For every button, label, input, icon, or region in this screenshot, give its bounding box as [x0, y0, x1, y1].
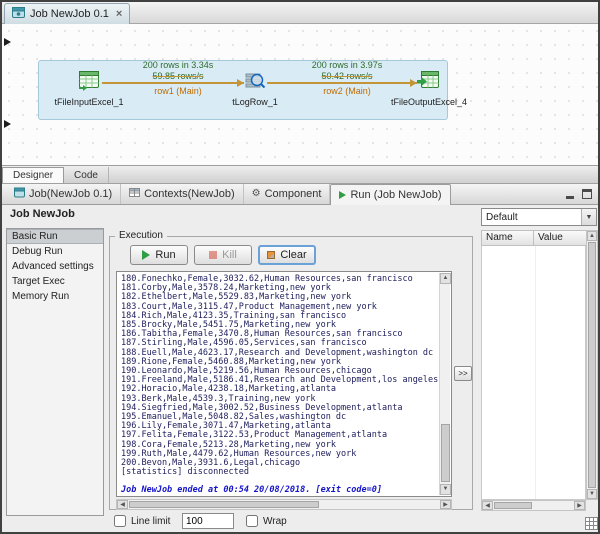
- execution-group-label: Execution: [115, 230, 167, 241]
- line-limit-input[interactable]: [182, 513, 234, 529]
- grid-icon[interactable]: [585, 517, 598, 532]
- context-table-body[interactable]: [481, 246, 586, 500]
- kill-stop-icon: [209, 251, 218, 259]
- run-button[interactable]: Run: [130, 245, 188, 265]
- editor-tabbar: Job NewJob 0.1 ×: [2, 2, 598, 24]
- nav-item-basic-run[interactable]: Basic Run: [7, 229, 103, 244]
- fastview-marker-icon: [4, 120, 11, 128]
- component-tfileoutputexcel[interactable]: tFileOutputExcel_4: [381, 68, 477, 107]
- scrollbar-thumb[interactable]: [494, 502, 532, 509]
- scroll-up-icon[interactable]: ▲: [440, 273, 451, 284]
- execution-group: Execution Run Kill Clear 180.Fonechko,Fe…: [109, 230, 473, 510]
- context-vertical-scrollbar[interactable]: ▲ ▼: [586, 230, 598, 500]
- contexts-table-icon: [129, 187, 141, 201]
- tab-contexts[interactable]: Contexts(NewJob): [121, 184, 244, 204]
- play-icon: [339, 191, 347, 199]
- close-icon[interactable]: ×: [116, 8, 122, 20]
- nav-item-advanced-settings[interactable]: Advanced settings: [7, 259, 103, 274]
- run-play-icon: [142, 250, 151, 260]
- scroll-left-icon[interactable]: ◀: [482, 501, 493, 510]
- console-end-message: Job NewJob ended at 00:54 20/08/2018. [e…: [121, 485, 382, 496]
- nav-item-debug-run[interactable]: Debug Run: [7, 244, 103, 259]
- designer-code-tabstrip: Designer Code: [2, 167, 598, 184]
- design-canvas[interactable]: 200 rows in 3.34s 59.85 rows/s row1 (Mai…: [2, 24, 598, 166]
- context-select[interactable]: Default ▼: [481, 208, 597, 226]
- editor-tab-label: Job NewJob 0.1: [30, 8, 109, 20]
- minimize-icon[interactable]: [565, 189, 576, 200]
- excel-output-icon: [417, 68, 441, 95]
- scroll-up-icon[interactable]: ▲: [587, 231, 597, 241]
- scroll-down-icon[interactable]: ▼: [440, 484, 451, 495]
- context-select-value: Default: [486, 211, 518, 223]
- context-table-header: Name Value: [481, 230, 587, 246]
- talend-window: Job NewJob 0.1 × 200 rows in 3.34s 59.85…: [0, 0, 600, 534]
- chevron-down-icon[interactable]: ▼: [581, 209, 596, 225]
- scroll-down-icon[interactable]: ▼: [587, 489, 597, 499]
- tab-job[interactable]: Job(NewJob 0.1): [6, 184, 122, 204]
- component-tlogrow[interactable]: tLogRow_1: [207, 70, 303, 107]
- column-header-value[interactable]: Value: [534, 230, 587, 246]
- fastview-marker-icon: [4, 38, 11, 46]
- editor-tab-job[interactable]: Job NewJob 0.1 ×: [4, 3, 131, 24]
- maximize-icon[interactable]: [582, 189, 592, 199]
- nav-item-memory-run[interactable]: Memory Run: [7, 289, 103, 304]
- tab-label: Component: [264, 188, 322, 200]
- clear-eraser-icon: [267, 251, 276, 259]
- console-vertical-scrollbar[interactable]: ▲ ▼: [439, 273, 451, 495]
- tab-component[interactable]: ⚙ Component: [244, 184, 331, 204]
- scroll-right-icon[interactable]: ▶: [440, 500, 451, 509]
- component-label: tFileOutputExcel_4: [390, 97, 468, 107]
- job-icon: [12, 6, 25, 22]
- line-limit-checkbox[interactable]: [114, 515, 126, 527]
- scroll-right-icon[interactable]: ▶: [574, 501, 585, 510]
- wrap-label: Wrap: [263, 516, 287, 527]
- component-tfileinputexcel[interactable]: tFileInputExcel_1: [41, 68, 137, 107]
- gear-icon: ⚙: [251, 188, 261, 199]
- tab-label: Run (Job NewJob): [350, 189, 442, 201]
- tab-label: Contexts(NewJob): [144, 188, 235, 200]
- scrollbar-thumb[interactable]: [129, 501, 319, 508]
- scroll-left-icon[interactable]: ◀: [117, 500, 128, 509]
- nav-item-target-exec[interactable]: Target Exec: [7, 274, 103, 289]
- scrollbar-thumb[interactable]: [441, 423, 450, 482]
- line-limit-label: Line limit: [131, 516, 171, 527]
- tab-run[interactable]: Run (Job NewJob): [330, 184, 451, 205]
- excel-input-icon: [77, 68, 101, 95]
- component-label: tLogRow_1: [232, 97, 278, 107]
- clear-button[interactable]: Clear: [258, 245, 316, 265]
- kill-button[interactable]: Kill: [194, 245, 252, 265]
- bottom-panel: Job(NewJob 0.1) Contexts(NewJob) ⚙ Compo…: [2, 184, 598, 532]
- view-tabbar: Job(NewJob 0.1) Contexts(NewJob) ⚙ Compo…: [2, 184, 598, 205]
- wrap-checkbox[interactable]: [246, 515, 258, 527]
- context-horizontal-scrollbar[interactable]: ◀ ▶: [481, 500, 586, 511]
- tab-designer[interactable]: Designer: [2, 167, 65, 183]
- page-title: Job NewJob: [10, 208, 75, 220]
- column-divider: [535, 246, 536, 499]
- logrow-magnifier-icon: [244, 70, 266, 95]
- expand-context-button[interactable]: >>: [454, 366, 472, 381]
- column-header-name[interactable]: Name: [481, 230, 534, 246]
- scrollbar-thumb[interactable]: [588, 242, 596, 488]
- console-output: 180.Fonechko,Female,3032.62,Human Resour…: [121, 274, 439, 478]
- console-horizontal-scrollbar[interactable]: ◀ ▶: [116, 499, 452, 510]
- tab-label: Job(NewJob 0.1): [29, 188, 113, 200]
- run-nav: Basic Run Debug Run Advanced settings Ta…: [6, 228, 104, 516]
- component-label: tFileInputExcel_1: [54, 97, 124, 107]
- tab-code[interactable]: Code: [64, 167, 109, 183]
- job-icon: [14, 187, 25, 201]
- execution-console[interactable]: 180.Fonechko,Female,3032.62,Human Resour…: [116, 271, 452, 497]
